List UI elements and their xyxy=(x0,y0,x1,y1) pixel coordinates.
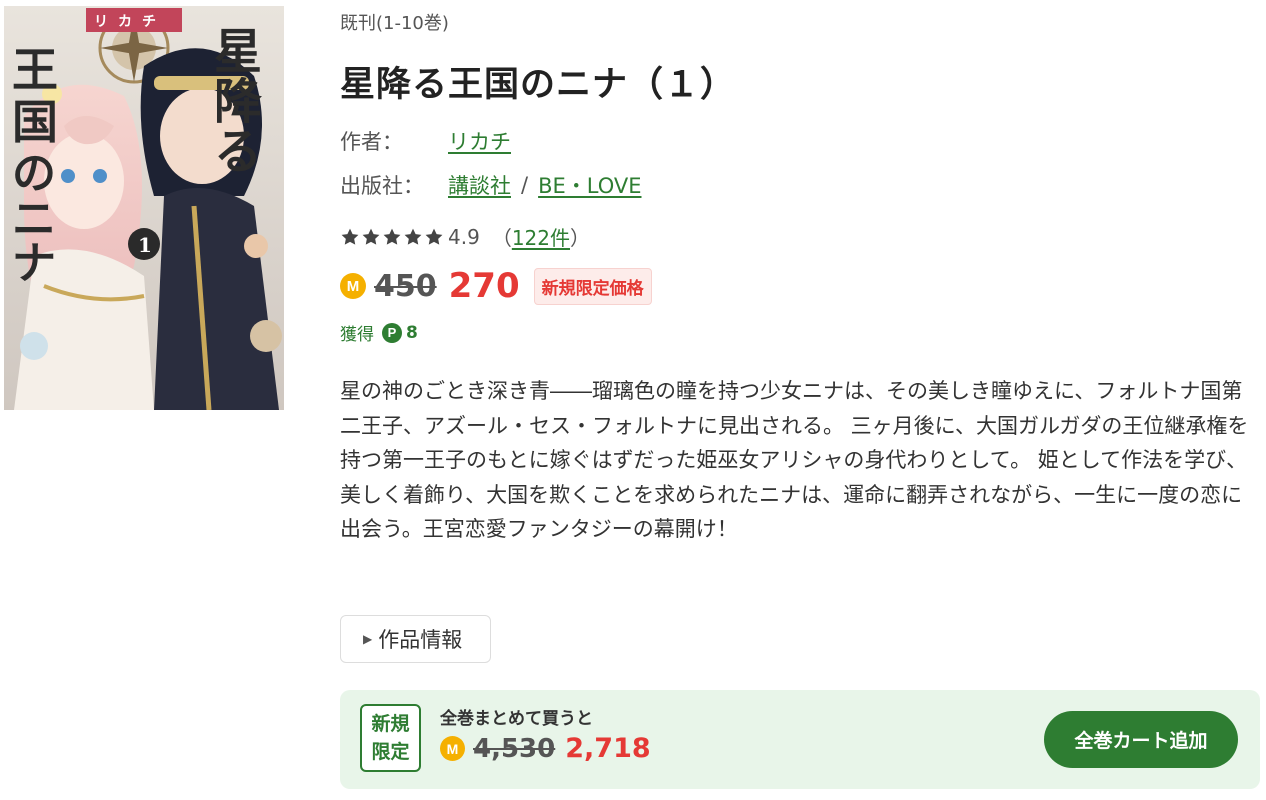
points-label: 獲得 xyxy=(340,325,374,345)
caret-right-icon: ▶ xyxy=(363,632,373,646)
add-all-to-cart-button[interactable]: 全巻カート追加 xyxy=(1044,711,1238,768)
star-icon xyxy=(362,228,380,245)
svg-text:国: 国 xyxy=(12,95,58,149)
series-status: 既刊(1-10巻) xyxy=(340,13,449,34)
bundle-sale-price: 2,718 xyxy=(565,733,651,764)
review-count-close: ） xyxy=(570,226,590,250)
m-coin-icon: M xyxy=(340,273,366,299)
points-row: 獲得 P 8 xyxy=(340,320,418,345)
rating-row: 4.9 （122件） xyxy=(340,222,590,251)
book-title: 星降る王国のニナ（１） xyxy=(340,65,737,105)
svg-text:の: の xyxy=(12,148,56,199)
label-link[interactable]: BE・LOVE xyxy=(538,170,641,200)
book-cover-image[interactable]: 星 降 る 王 国 の ニ ナ リカチ 1 xyxy=(4,6,284,410)
publisher-separator: / xyxy=(521,173,529,197)
sale-price: 270 xyxy=(448,266,520,306)
svg-text:降: 降 xyxy=(214,74,263,130)
svg-text:る: る xyxy=(214,124,262,180)
m-coin-icon: M xyxy=(440,736,465,761)
points-value: 8 xyxy=(406,322,418,343)
bundle-badge-line1: 新規 xyxy=(371,713,410,735)
author-row: 作者： リカチ xyxy=(340,126,511,156)
bundle-offer-panel: 新規 限定 全巻まとめて買うと M 4,530 2,718 全巻カート追加 xyxy=(340,690,1260,789)
cover-illustration: 星 降 る 王 国 の ニ ナ リカチ 1 xyxy=(4,6,284,410)
rating-value: 4.9 xyxy=(448,224,480,249)
work-info-label: 作品情報 xyxy=(378,628,463,652)
publisher-label: 出版社： xyxy=(340,174,424,198)
svg-text:王: 王 xyxy=(12,43,58,97)
original-price: 450 xyxy=(374,268,437,304)
cover-title-char: 星 xyxy=(214,24,262,80)
svg-text:1: 1 xyxy=(138,233,152,257)
new-user-price-badge: 新規限定価格 xyxy=(533,267,652,305)
bundle-description: 全巻まとめて買うと xyxy=(440,709,593,729)
publisher-row: 出版社： 講談社 / BE・LOVE xyxy=(340,170,642,200)
publisher-link[interactable]: 講談社 xyxy=(448,170,511,200)
bundle-limited-badge: 新規 限定 xyxy=(360,704,421,772)
star-icon xyxy=(341,228,359,245)
author-label: 作者： xyxy=(340,130,403,154)
star-icon xyxy=(425,228,443,245)
star-icon xyxy=(383,228,401,245)
svg-text:リカチ: リカチ xyxy=(94,14,166,30)
review-count-open: （ xyxy=(491,226,512,250)
price-row: M 450 270 新規限定価格 xyxy=(340,266,652,306)
rating-stars xyxy=(340,227,444,247)
svg-text:ナ: ナ xyxy=(12,238,56,289)
book-description: 星の神のごとき深き青――瑠璃色の瞳を持つ少女ニナは、その美しき瞳ゆえに、フォルト… xyxy=(340,379,1249,541)
bundle-price-row: M 4,530 2,718 xyxy=(440,733,651,764)
bundle-badge-line2: 限定 xyxy=(371,741,410,763)
review-count-link[interactable]: 122件 xyxy=(512,222,570,251)
work-info-toggle-button[interactable]: ▶ 作品情報 xyxy=(340,615,491,663)
bundle-original-price: 4,530 xyxy=(473,733,556,764)
points-icon: P xyxy=(382,322,402,343)
author-link[interactable]: リカチ xyxy=(448,126,511,156)
star-icon xyxy=(404,228,422,245)
